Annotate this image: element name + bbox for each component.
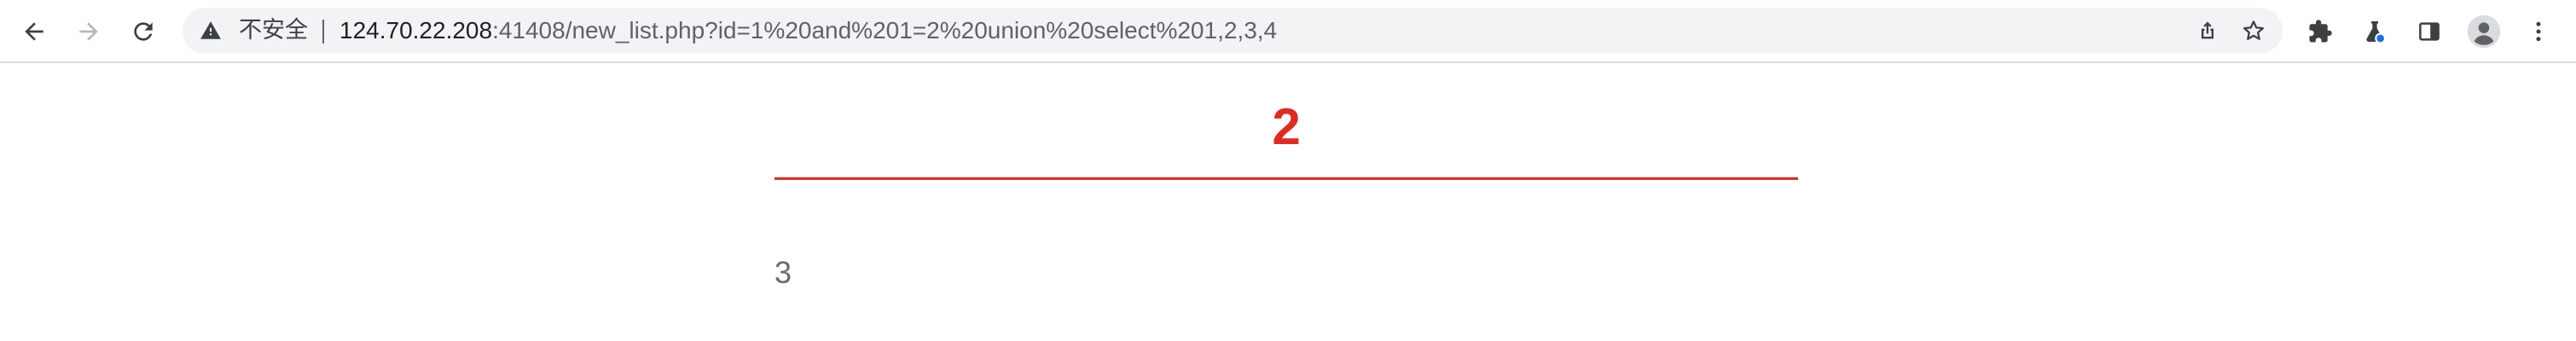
star-icon (2243, 20, 2264, 40)
labs-button[interactable] (2354, 11, 2395, 52)
forward-button[interactable] (68, 11, 109, 52)
url-host: 124.70.22.208 (339, 17, 493, 43)
side-panel-button[interactable] (2409, 11, 2450, 52)
reload-button[interactable] (123, 11, 164, 52)
back-button[interactable] (14, 11, 55, 52)
url-text[interactable]: 124.70.22.208:41408/new_list.php?id=1%20… (339, 8, 1277, 54)
profile-button[interactable] (2463, 11, 2504, 52)
omnibox-divider (322, 20, 324, 43)
address-bar[interactable]: 不安全 124.70.22.208:41408/new_list.php?id=… (183, 8, 2283, 54)
browser-toolbar: 不安全 124.70.22.208:41408/new_list.php?id=… (0, 0, 2576, 63)
back-icon (25, 22, 44, 41)
article-title: 2 (1272, 98, 1301, 155)
share-button[interactable] (2194, 17, 2221, 44)
page-content: 2 3 (0, 63, 2576, 341)
labs-icon (2366, 21, 2386, 44)
url-path: :41408/new_list.php?id=1%20and%201=2%20u… (492, 17, 1278, 43)
security-label[interactable]: 不安全 (239, 8, 308, 54)
share-icon (2202, 21, 2213, 39)
side-panel-icon (2419, 22, 2440, 41)
menu-icon (2536, 21, 2541, 42)
title-divider (775, 177, 1798, 180)
forward-icon (79, 22, 98, 41)
article-body: 3 (775, 255, 792, 290)
warning-icon[interactable] (200, 20, 222, 42)
menu-button[interactable] (2518, 11, 2559, 52)
reload-icon (134, 22, 153, 41)
extensions-icon (2309, 20, 2332, 43)
bookmark-button[interactable] (2240, 17, 2267, 44)
profile-icon (2467, 14, 2501, 49)
extensions-button[interactable] (2300, 11, 2341, 52)
